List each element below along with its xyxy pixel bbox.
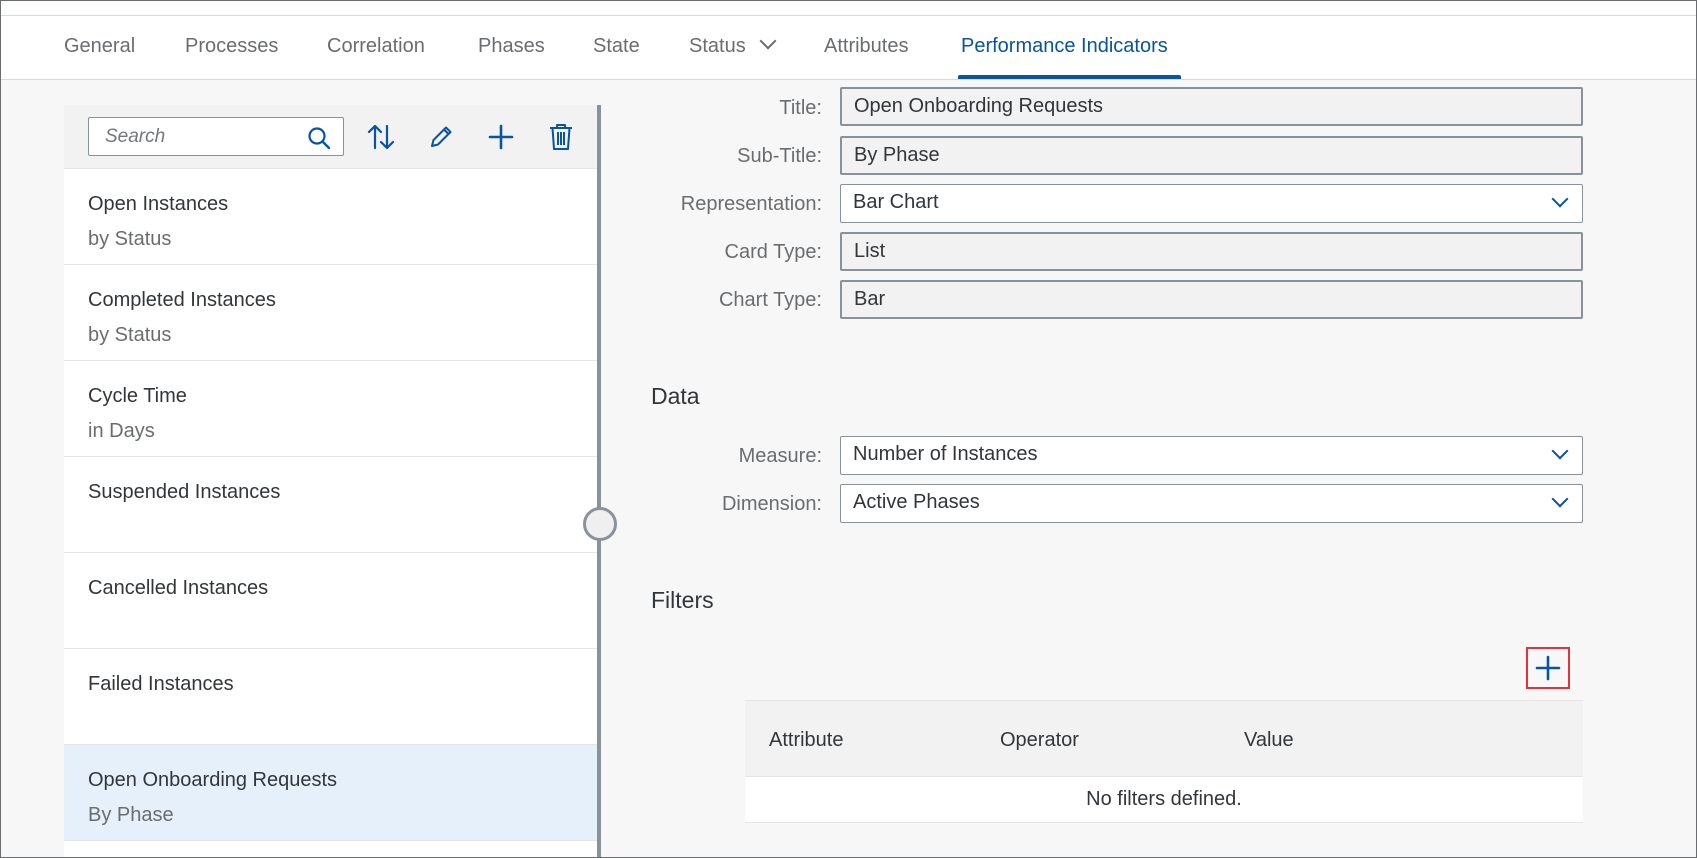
chart-type-field[interactable]: Bar [840,280,1583,319]
edit-icon [431,126,452,147]
list-item-subtitle: by Status [88,324,172,346]
list-item[interactable]: Cycle Time in Days [64,361,597,457]
search-icon[interactable] [307,126,331,155]
chevron-down-icon[interactable] [1551,490,1569,508]
title-label: Title: [779,97,822,119]
measure-value: Number of Instances [853,443,1038,465]
list-item-title: Completed Instances [88,289,276,311]
list-item[interactable]: Open Instances by Status [64,169,597,265]
list-item-title: Open Onboarding Requests [88,769,338,791]
active-tab-indicator [958,75,1181,79]
list-item[interactable]: Suspended Instances [64,457,597,553]
delete-icon [550,124,572,150]
filters-table-header: Attribute Operator Value [745,700,1583,777]
chart-type-label: Chart Type: [718,289,822,311]
column-header-value: Value [1244,729,1294,751]
tab-performance-indicators[interactable]: Performance Indicators [961,35,1168,58]
list-item-subtitle: in Days [88,420,155,442]
tab-phases[interactable]: Phases [478,35,545,58]
representation-label: Representation: [680,193,822,215]
data-section-title: Data [651,383,700,409]
subtitle-field[interactable]: By Phase [840,136,1583,175]
search-input[interactable] [89,118,299,155]
add-button[interactable] [483,119,519,155]
list-toolbar [64,105,597,169]
representation-select[interactable]: Bar Chart [840,184,1583,223]
list-item-subtitle: By Phase [88,804,174,826]
sort-icon [367,124,395,150]
panel-splitter[interactable] [597,105,601,857]
chevron-down-icon[interactable] [1551,190,1569,208]
edit-button[interactable] [423,119,459,155]
subtitle-label: Sub-Title: [737,145,822,167]
delete-button[interactable] [543,119,579,155]
column-header-operator: Operator [1000,729,1079,751]
chevron-down-icon [759,32,777,50]
card-type-label: Card Type: [724,241,822,263]
list-item[interactable]: Failed Instances [64,649,597,745]
filters-section-title: Filters [651,587,714,613]
dimension-label: Dimension: [721,493,822,515]
measure-label: Measure: [738,445,822,467]
list-item-title: Suspended Instances [88,481,281,503]
tab-status[interactable]: Status [689,32,777,58]
tab-general[interactable]: General [64,35,135,58]
sort-button[interactable] [363,119,399,155]
list-item-selected[interactable]: Open Onboarding Requests By Phase [64,745,597,841]
list-item[interactable]: Completed Instances by Status [64,265,597,361]
tab-status-label: Status [689,35,746,57]
tab-correlation[interactable]: Correlation [327,35,425,58]
measure-select[interactable]: Number of Instances [840,436,1583,475]
title-field[interactable]: Open Onboarding Requests [840,87,1583,126]
add-filter-button[interactable] [1526,647,1570,689]
tab-processes[interactable]: Processes [185,35,278,58]
indicator-list-panel: Open Instances by Status Completed Insta… [64,105,597,857]
divider [1,15,1696,16]
list-item-title: Open Instances [88,193,229,215]
list-item-subtitle: by Status [88,228,172,250]
add-icon [488,124,514,150]
app-window: General Processes Correlation Phases Sta… [0,0,1697,858]
representation-value: Bar Chart [853,191,939,213]
list-item-title: Cycle Time [88,385,187,407]
dimension-value: Active Phases [853,491,980,513]
tab-bar: General Processes Correlation Phases Sta… [1,1,1696,80]
list-item-title: Cancelled Instances [88,577,269,599]
filters-empty-message: No filters defined. [745,777,1583,823]
search-field[interactable] [88,117,344,156]
filters-table: Attribute Operator Value No filters defi… [745,700,1583,823]
tab-state[interactable]: State [593,35,640,58]
list-item-title: Failed Instances [88,673,234,695]
list-item[interactable]: Cancelled Instances [64,553,597,649]
dimension-select[interactable]: Active Phases [840,484,1583,523]
chevron-down-icon[interactable] [1551,442,1569,460]
tab-attributes[interactable]: Attributes [824,35,908,58]
add-icon [1535,655,1561,681]
card-type-field[interactable]: List [840,232,1583,271]
column-header-attribute: Attribute [769,729,844,751]
